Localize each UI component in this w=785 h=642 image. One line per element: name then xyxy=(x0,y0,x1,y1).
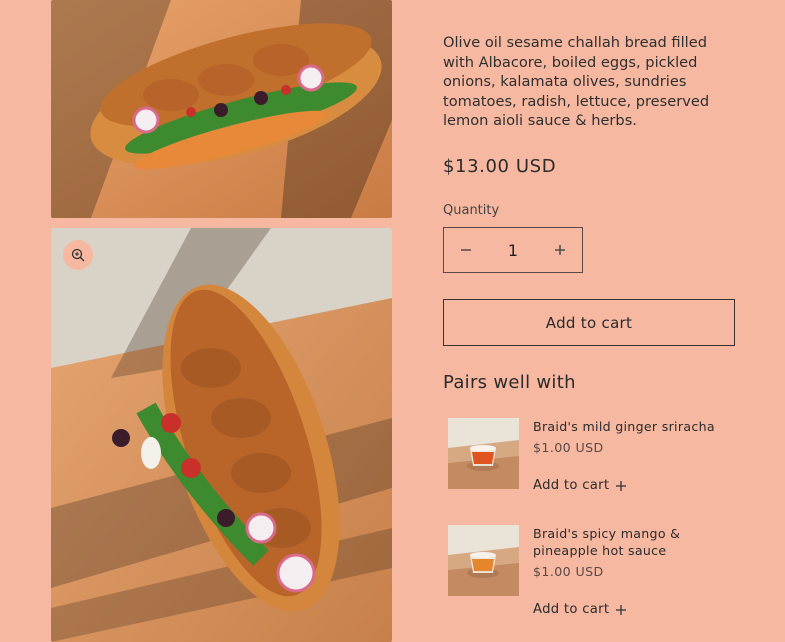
quantity-stepper xyxy=(443,227,583,273)
plus-icon xyxy=(616,480,627,491)
add-to-cart-button[interactable]: Add to cart xyxy=(443,299,735,346)
quantity-increase-button[interactable] xyxy=(538,228,582,272)
zoom-in-icon xyxy=(71,248,85,262)
pair-item-image[interactable] xyxy=(448,418,519,489)
pairs-well-with-heading: Pairs well with xyxy=(443,372,576,393)
product-price: $13.00 USD xyxy=(443,156,557,177)
plus-icon xyxy=(555,245,565,255)
plus-icon xyxy=(616,604,627,615)
product-image-1[interactable] xyxy=(51,0,392,218)
quantity-label: Quantity xyxy=(443,203,500,218)
quantity-decrease-button[interactable] xyxy=(444,228,488,272)
pair-add-to-cart-button[interactable]: Add to cart xyxy=(533,602,627,617)
pair-item-price: $1.00 USD xyxy=(533,440,604,455)
product-description: Olive oil sesame challah bread filled wi… xyxy=(443,34,710,129)
zoom-button[interactable] xyxy=(63,240,93,270)
pair-item-image[interactable] xyxy=(448,525,519,596)
minus-icon xyxy=(461,249,471,251)
pair-add-label: Add to cart xyxy=(533,478,610,493)
pair-add-label: Add to cart xyxy=(533,602,610,617)
pair-item-name[interactable]: Braid's mild ginger sriracha xyxy=(533,418,738,435)
pair-add-to-cart-button[interactable]: Add to cart xyxy=(533,478,627,493)
pair-item-price: $1.00 USD xyxy=(533,564,604,579)
quantity-input[interactable] xyxy=(488,239,538,261)
product-image-2[interactable] xyxy=(51,228,392,642)
pair-item-name[interactable]: Braid's spicy mango & pineapple hot sauc… xyxy=(533,525,738,559)
